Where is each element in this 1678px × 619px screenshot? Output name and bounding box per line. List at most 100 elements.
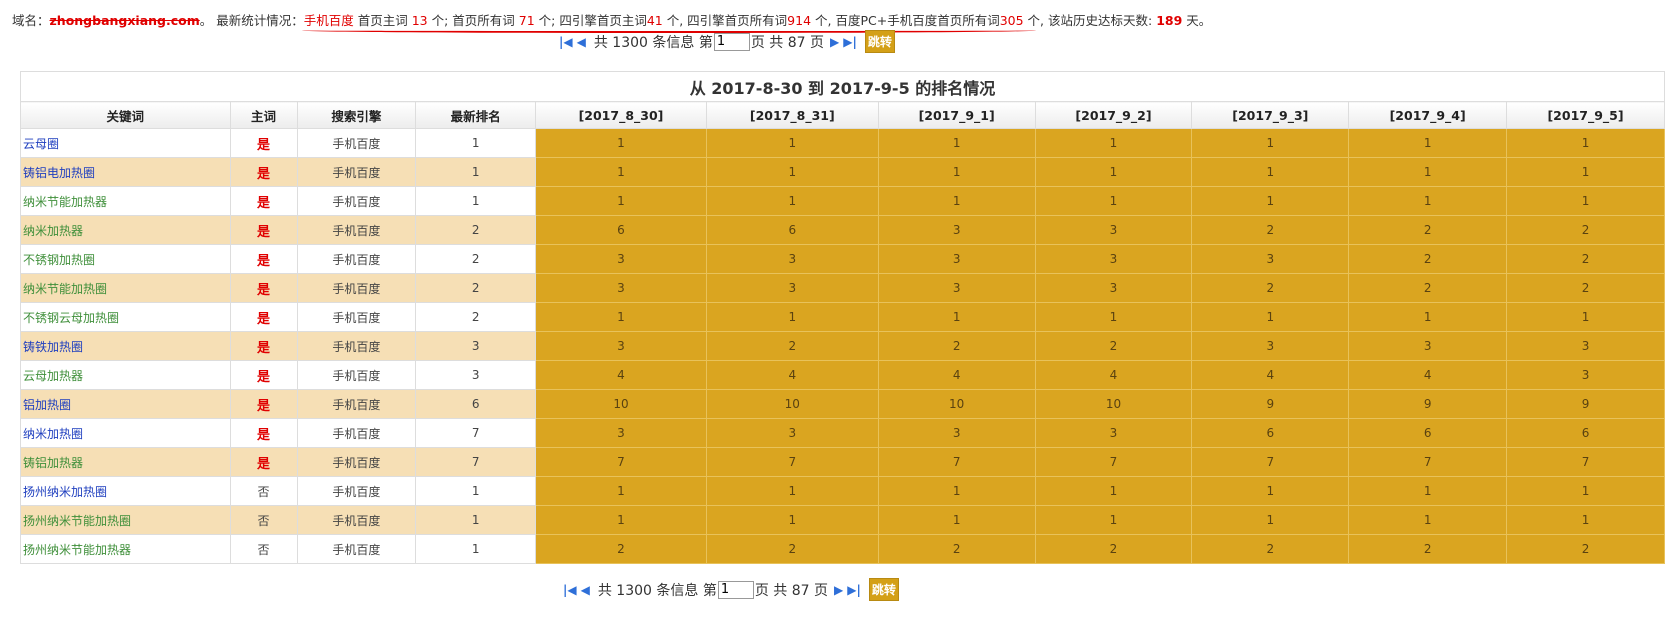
keyword-link[interactable]: 扬州纳米加热圈 [20,476,231,506]
keyword-link[interactable]: 铸铁加热圈 [20,331,231,361]
latest-rank: 1 [415,157,537,187]
day-rank: 4 [1034,360,1193,390]
table-row: 纳米节能加热圈是手机百度 2 3 3 3 3 2 2 2 [20,273,1665,303]
stat-value-4: 914 [787,13,812,28]
goto-button[interactable]: 跳转 [868,578,899,601]
latest-rank: 1 [415,505,537,535]
col-day: [2017_8_30] [535,101,707,129]
stat-value-5: 305 [999,13,1024,28]
main-flag: 是 [229,128,298,158]
day-rank: 3 [1191,244,1350,274]
keyword-link[interactable]: 纳米节能加热圈 [20,273,231,303]
day-rank: 1 [1034,302,1193,332]
keyword-link[interactable]: 铸铝加热器 [20,447,231,477]
main-flag: 否 [229,476,298,506]
stat-text-2: 个; 首页所有词 [427,13,519,28]
stats-highlight: 手机百度 首页主词 13 个; 首页所有词 71 个; 四引擎首页主词41 个,… [304,13,1040,28]
day-rank: 1 [705,476,879,506]
keyword-link[interactable]: 纳米加热圈 [20,418,231,448]
stat-text-3: 个; 四引擎首页主词 [534,13,647,28]
stat-text-1: 首页主词 [353,13,412,28]
col-day: [2017_9_1] [877,101,1036,129]
engine-cell: 手机百度 [296,244,417,274]
main-flag: 否 [229,534,298,564]
day-rank: 3 [1034,273,1193,303]
col-day: [2017_8_31] [705,101,879,129]
day-rank: 2 [1506,244,1665,274]
latest-rank: 1 [415,534,537,564]
day-rank: 9 [1348,389,1508,419]
table-row: 扬州纳米节能加热圈否手机百度 1 1 1 1 1 1 1 1 [20,505,1665,535]
day-rank: 3 [535,244,707,274]
keyword-link[interactable]: 铸铝电加热圈 [20,157,231,187]
keyword-link[interactable]: 不锈钢加热圈 [20,244,231,274]
first-page-icon[interactable]: |◀ [559,35,573,49]
day-rank: 4 [705,360,879,390]
day-rank: 1 [1348,186,1508,216]
day-rank: 3 [535,273,707,303]
col-latest: 最新排名 [415,101,537,129]
day-rank: 1 [705,186,879,216]
pager-top: |◀ ◀ 共 1300 条信息 第 页 共 87 页 ▶ ▶| 跳转 [557,30,895,53]
next-page-icon[interactable]: ▶ [834,583,843,597]
page-number-input[interactable] [717,580,754,599]
day-rank: 1 [1348,505,1508,535]
keyword-link[interactable]: 扬州纳米节能加热器 [20,534,231,564]
table-row: 铸铝加热器是手机百度 7 7 7 7 7 7 7 7 [20,447,1665,477]
day-rank: 10 [1034,389,1193,419]
day-rank: 9 [1191,389,1350,419]
latest-rank: 6 [415,389,537,419]
day-rank: 1 [535,505,707,535]
stat-value-days: 189 [1156,13,1183,28]
stat-value-1: 13 [411,13,428,28]
day-rank: 7 [1506,447,1665,477]
last-page-icon[interactable]: ▶| [843,35,857,49]
day-rank: 1 [705,128,879,158]
latest-rank: 2 [415,215,537,245]
table-row: 云母加热器是手机百度 3 4 4 4 4 4 4 3 [20,360,1665,390]
first-page-icon[interactable]: |◀ [563,583,577,597]
day-rank: 2 [877,331,1036,361]
day-rank: 1 [1506,505,1665,535]
keyword-link[interactable]: 纳米加热器 [20,215,231,245]
keyword-link[interactable]: 扬州纳米节能加热圈 [20,505,231,535]
keyword-link[interactable]: 纳米节能加热器 [20,186,231,216]
pages-info: 页 共 87 页 [750,34,825,51]
day-rank: 2 [1191,215,1350,245]
day-rank: 1 [1191,476,1350,506]
keyword-link[interactable]: 不锈钢云母加热圈 [20,302,231,332]
day-rank: 6 [1191,418,1350,448]
col-day: [2017_9_4] [1348,101,1508,129]
latest-rank: 3 [415,331,537,361]
keyword-link[interactable]: 铝加热圈 [20,389,231,419]
keyword-link[interactable]: 云母加热器 [20,360,231,390]
table-row: 不锈钢加热圈是手机百度 2 3 3 3 3 3 2 2 [20,244,1665,274]
day-rank: 3 [1506,360,1665,390]
day-rank: 6 [705,215,879,245]
day-rank: 4 [1348,360,1508,390]
page-number-input[interactable] [713,32,750,51]
latest-rank: 1 [415,186,537,216]
stat-text-8: 天。 [1182,13,1212,28]
day-rank: 7 [535,447,707,477]
day-rank: 1 [1506,128,1665,158]
day-rank: 3 [877,244,1036,274]
day-rank: 1 [877,186,1036,216]
last-page-icon[interactable]: ▶| [847,583,861,597]
col-keyword: 关键词 [20,101,231,129]
day-rank: 3 [1034,244,1193,274]
keyword-link[interactable]: 云母圈 [20,128,231,158]
prev-page-icon[interactable]: ◀ [577,35,586,49]
day-rank: 1 [1348,476,1508,506]
total-info: 共 1300 条信息 第 [597,582,717,599]
day-rank: 3 [877,273,1036,303]
day-rank: 2 [1348,244,1508,274]
day-rank: 1 [1191,157,1350,187]
engine-cell: 手机百度 [296,476,417,506]
next-page-icon[interactable]: ▶ [830,35,839,49]
day-rank: 3 [705,273,879,303]
latest-rank: 2 [415,273,537,303]
day-rank: 6 [535,215,707,245]
goto-button[interactable]: 跳转 [864,30,895,53]
prev-page-icon[interactable]: ◀ [581,583,590,597]
